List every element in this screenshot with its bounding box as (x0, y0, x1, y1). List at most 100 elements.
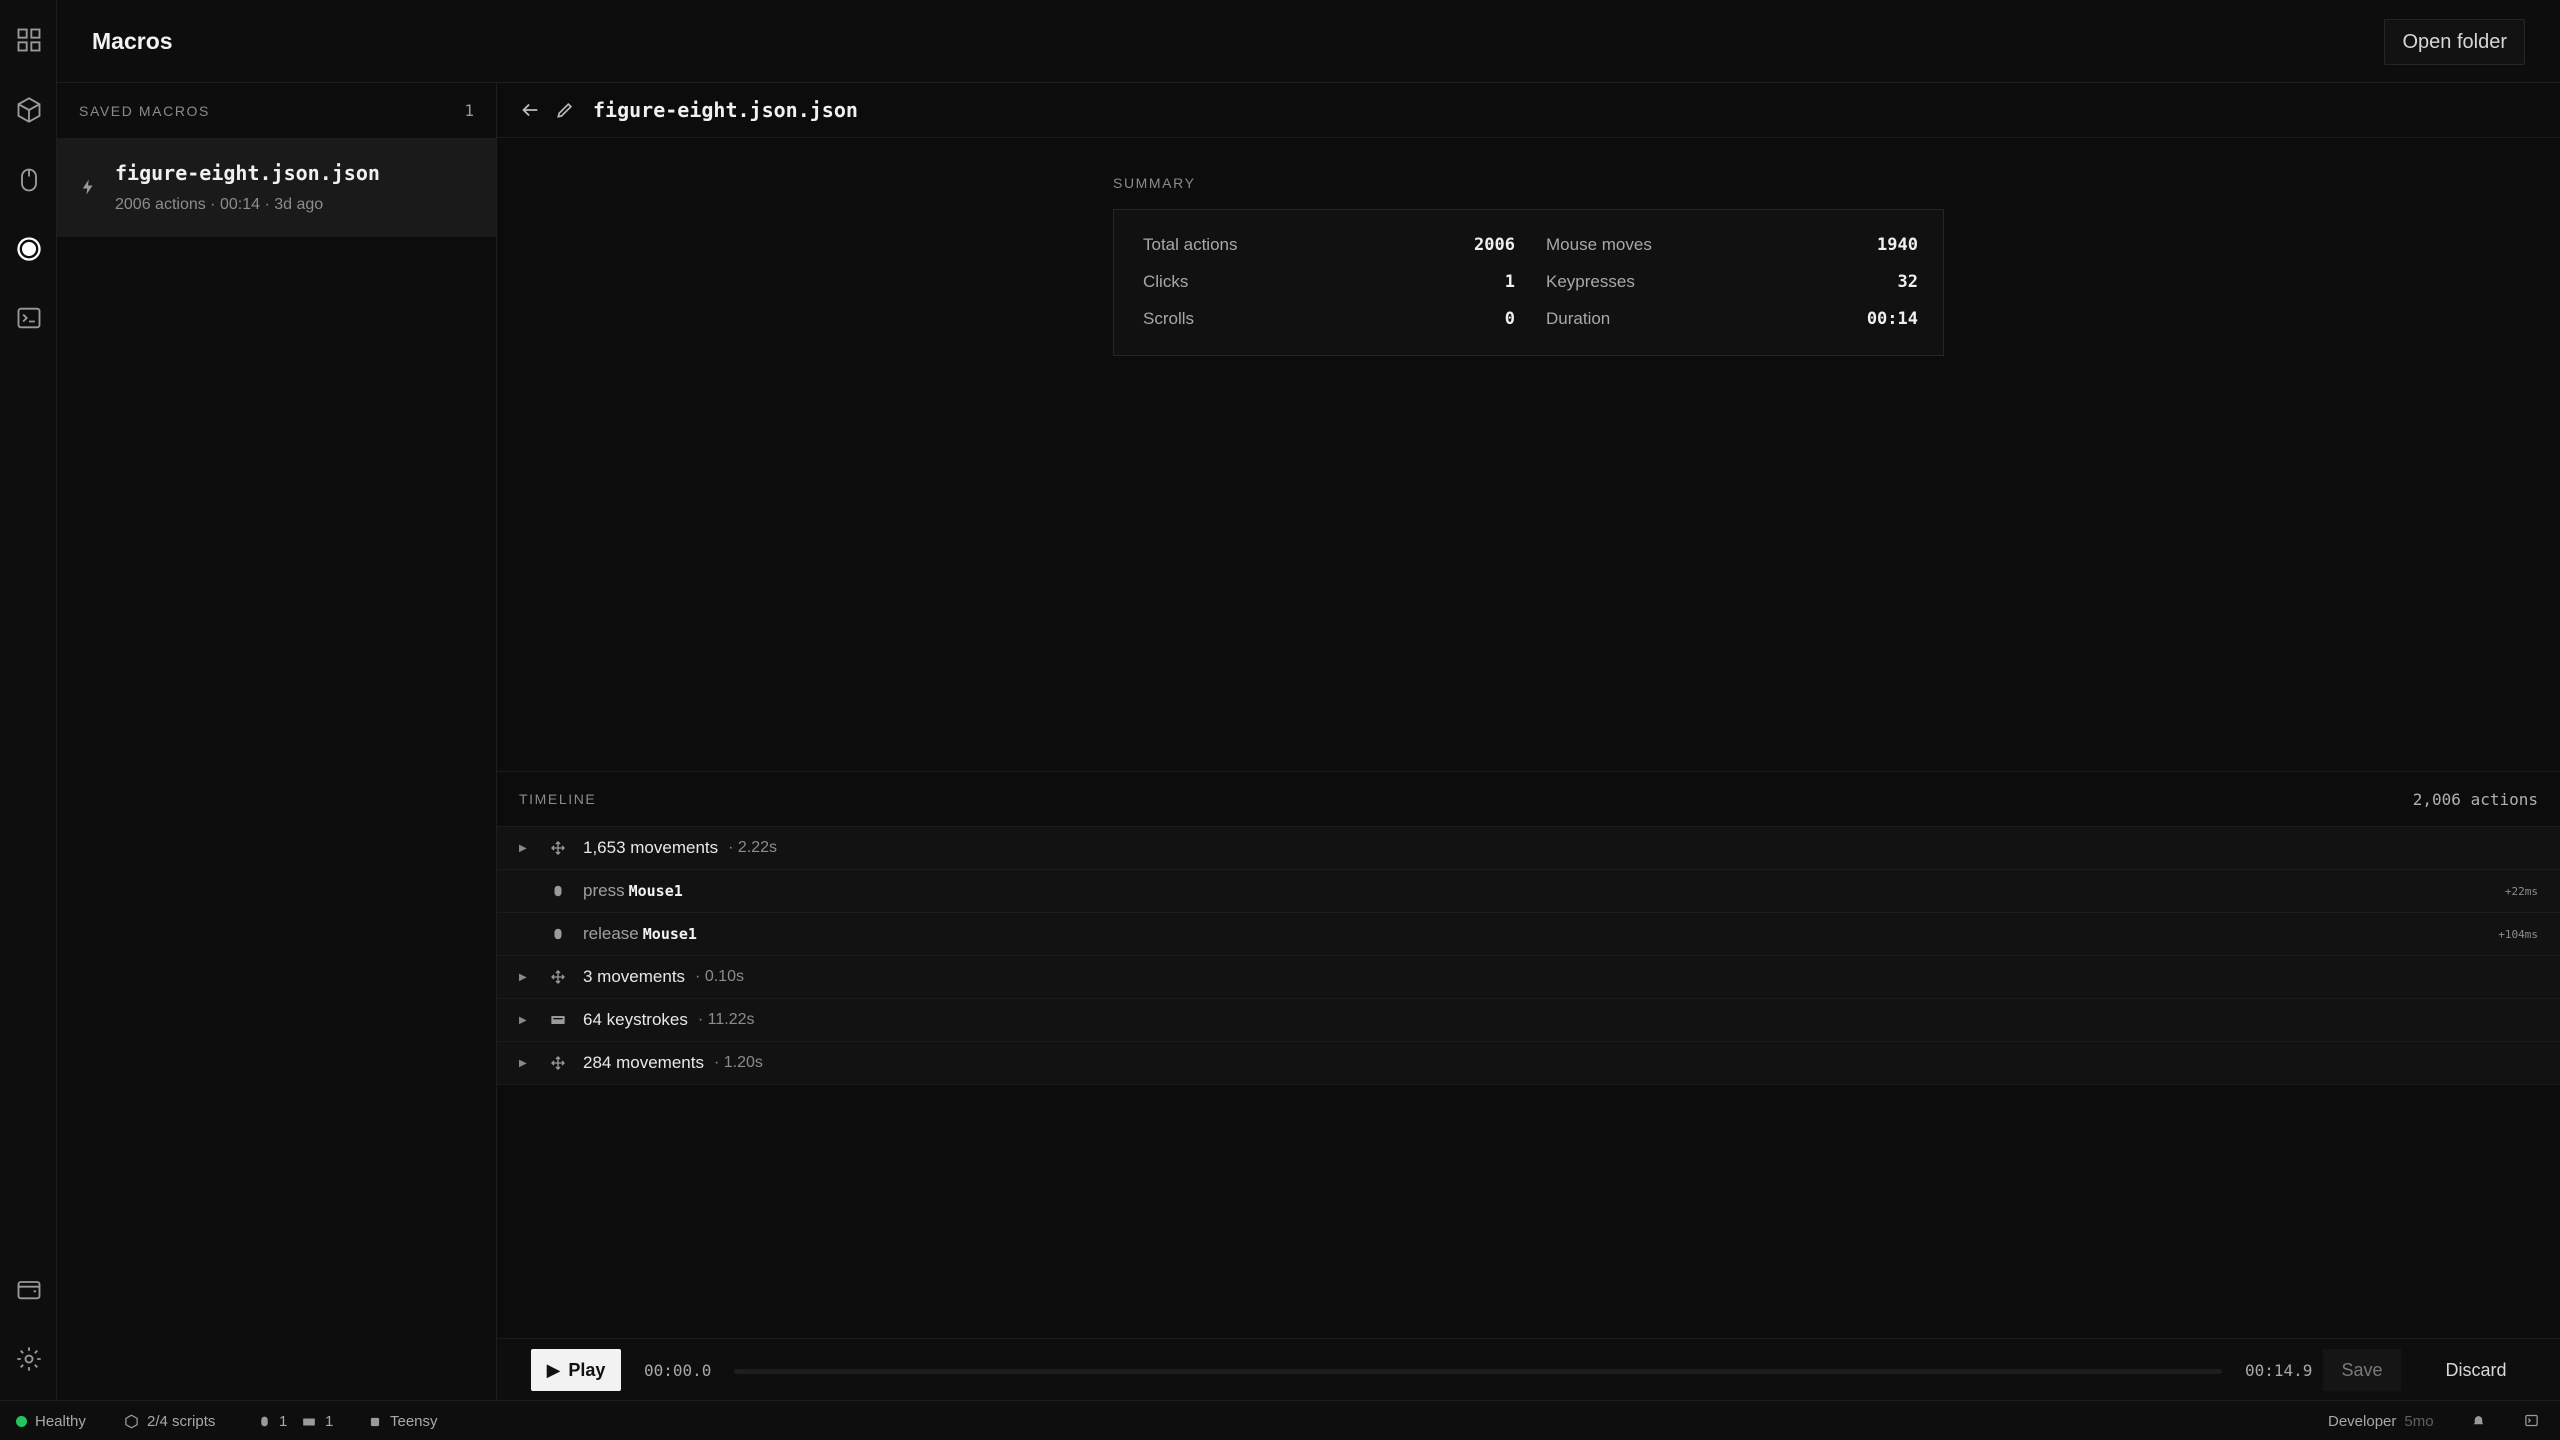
summary-key: Scrolls (1143, 309, 1195, 328)
move-icon (550, 840, 566, 856)
keyboard-icon (550, 1012, 566, 1028)
mouse-icon (550, 883, 566, 899)
event-offset: +104ms (2498, 927, 2538, 941)
saved-macros-panel: SAVED MACROS 1 figure-eight.json.json 20… (57, 83, 497, 1400)
timeline-row-duration: · 0.10s (695, 968, 744, 985)
health-dot-icon (16, 1416, 27, 1427)
play-label: Play (568, 1359, 606, 1380)
wallet-icon[interactable] (0, 1260, 57, 1317)
keyboard-count: 1 (325, 1413, 334, 1430)
mouse-icon (261, 1416, 268, 1427)
saved-macros-header: SAVED MACROS 1 (57, 83, 496, 139)
save-button[interactable]: Save (2323, 1349, 2401, 1391)
event-verb: release (583, 924, 639, 943)
scripts-status[interactable]: 2/4 scripts (124, 1413, 215, 1430)
timeline-event-row[interactable]: ▶ pressMouse1 +22ms (497, 870, 2560, 913)
summary-value: 1 (1504, 272, 1515, 292)
timeline-row-label: 1,653 movements (583, 838, 719, 857)
discard-button[interactable]: Discard (2433, 1349, 2519, 1391)
move-icon (550, 1055, 566, 1071)
summary-key: Duration (1546, 309, 1611, 328)
summary-mouse-moves: Mouse moves 1940 (1546, 235, 1918, 255)
chip-icon (370, 1417, 380, 1426)
terminal-icon[interactable] (0, 289, 57, 346)
timeline-group-row[interactable]: ▶ 64 keystrokes · 11.22s (497, 999, 2560, 1042)
summary-total-actions: Total actions 2006 (1143, 235, 1515, 255)
mouse-icon[interactable] (0, 151, 57, 208)
bell-icon[interactable] (2471, 1413, 2486, 1428)
timeline-row-duration: · 11.22s (697, 1011, 755, 1028)
summary-value: 1940 (1877, 235, 1918, 255)
package-icon (125, 1414, 138, 1429)
health-status[interactable]: Healthy (16, 1413, 86, 1430)
playback-scrubber[interactable] (734, 1369, 2222, 1374)
device-status[interactable]: Teensy (368, 1413, 438, 1430)
detail-toolbar: figure-eight.json.json (497, 83, 2560, 138)
macro-list-item[interactable]: figure-eight.json.json 2006 actions · 00… (57, 139, 496, 237)
caret-right-icon[interactable]: ▶ (519, 972, 533, 983)
play-button[interactable]: ▶ Play (531, 1349, 621, 1391)
player-bar: ▶ Play 00:00.0 00:14.9 Save Discard (497, 1338, 2560, 1400)
summary-key: Keypresses (1546, 272, 1635, 291)
summary-key: Mouse moves (1546, 235, 1652, 254)
timeline-group-row[interactable]: ▶ 3 movements · 0.10s (497, 956, 2560, 999)
timeline-count: 2,006 actions (2412, 789, 2538, 809)
bolt-icon (79, 176, 97, 198)
timeline: TIMELINE 2,006 actions ▶ 1,653 movements… (497, 771, 2560, 1324)
summary-label: SUMMARY (1113, 175, 1196, 191)
keyboard-status[interactable]: 1 (301, 1413, 333, 1430)
summary-value: 0 (1504, 309, 1515, 329)
apps-grid-icon[interactable] (0, 11, 57, 68)
timeline-event-label: release Mouse1 (583, 924, 697, 944)
mode-status[interactable]: Developer 5mo (2328, 1413, 2434, 1430)
caret-right-icon[interactable]: ▶ (519, 1058, 533, 1069)
move-icon (550, 969, 566, 985)
page-title: Macros (92, 28, 173, 54)
open-folder-button[interactable]: Open folder (2384, 19, 2525, 65)
timeline-event-label: press Mouse1 (583, 881, 683, 901)
device-label: Teensy (390, 1413, 438, 1430)
package-icon[interactable] (0, 81, 57, 138)
terminal-icon[interactable] (2524, 1413, 2539, 1428)
timeline-row-duration: · 2.22s (728, 839, 778, 856)
mouse-status[interactable]: 1 (258, 1413, 287, 1430)
pencil-icon[interactable] (555, 99, 577, 121)
summary-value: 00:14 (1866, 309, 1918, 329)
macro-title: figure-eight.json.json (593, 98, 858, 122)
scripts-label: 2/4 scripts (147, 1413, 216, 1430)
status-bar: Healthy 2/4 scripts 1 1 Teensy Developer… (0, 1400, 2560, 1440)
summary-key: Clicks (1143, 272, 1189, 291)
summary-card: Total actions 2006 Mouse moves 1940 Clic… (1113, 209, 1944, 356)
timeline-label: TIMELINE (519, 791, 597, 807)
event-key: Mouse1 (628, 882, 683, 900)
back-arrow-icon[interactable] (519, 99, 541, 121)
event-key: Mouse1 (642, 925, 697, 943)
saved-macros-label: SAVED MACROS (79, 102, 210, 119)
summary-clicks: Clicks 1 (1143, 272, 1515, 292)
caret-right-icon[interactable]: ▶ (519, 843, 533, 854)
icon-rail (0, 0, 57, 1400)
keyboard-icon (303, 1418, 315, 1425)
timeline-group-row[interactable]: ▶ 1,653 movements · 2.22s (497, 827, 2560, 870)
timeline-row-duration: · 1.20s (713, 1054, 763, 1071)
timeline-group-row[interactable]: ▶ 284 movements · 1.20s (497, 1042, 2560, 1085)
caret-right-icon[interactable]: ▶ (519, 1015, 533, 1026)
health-label: Healthy (35, 1413, 86, 1430)
summary-value: 2006 (1474, 235, 1515, 255)
macro-meta: 2006 actions · 00:14 · 3d ago (115, 196, 324, 213)
saved-macros-count: 1 (464, 101, 474, 120)
timeline-row-label: 284 movements (583, 1053, 704, 1072)
gear-icon[interactable] (0, 1330, 57, 1387)
timeline-event-row[interactable]: ▶ releaseMouse1 +104ms (497, 913, 2560, 956)
summary-scrolls: Scrolls 0 (1143, 309, 1515, 329)
macro-name: figure-eight.json.json (115, 161, 380, 185)
summary-keypresses: Keypresses 32 (1546, 272, 1918, 292)
timeline-header: TIMELINE 2,006 actions (497, 772, 2560, 827)
macro-detail: figure-eight.json.json SUMMARY Total act… (497, 83, 2560, 1400)
mode-label: Developer (2328, 1413, 2397, 1430)
summary-value: 32 (1897, 272, 1918, 292)
mouse-count: 1 (279, 1413, 288, 1430)
timeline-row-label: 64 keystrokes (583, 1010, 688, 1029)
record-icon[interactable] (0, 220, 57, 277)
play-icon: ▶ (546, 1359, 561, 1380)
